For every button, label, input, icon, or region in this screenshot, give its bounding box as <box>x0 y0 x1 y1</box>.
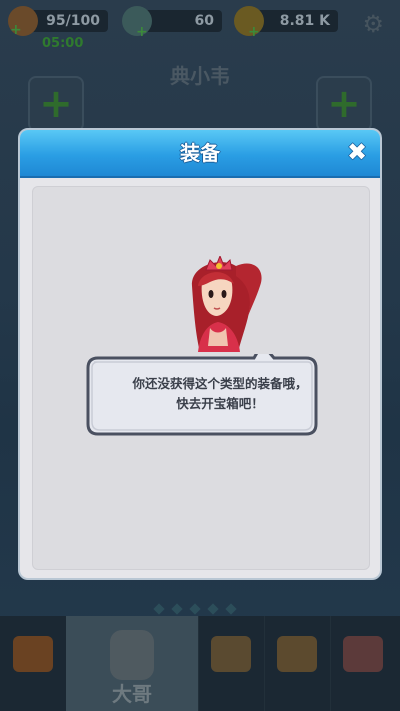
equip-slot-right[interactable]: + <box>316 76 372 132</box>
character-portrait <box>191 256 262 352</box>
nav-hero[interactable]: 大哥 <box>66 616 199 711</box>
treasure-chest-icon <box>13 636 53 672</box>
message-line-1: 你还没获得这个类型的装备哦， <box>132 376 308 391</box>
empty-equipment-message: 你还没获得这个类型的装备哦， 快去开宝箱吧！ <box>106 374 334 414</box>
settings-gear-icon[interactable]: ⚙ <box>362 10 384 38</box>
close-button[interactable]: ✖ <box>344 139 370 165</box>
tent-icon <box>277 636 317 672</box>
add-gold-icon[interactable]: + <box>248 24 260 40</box>
energy-counter: 95/100 <box>26 10 108 32</box>
gems-counter: 60 <box>140 10 222 32</box>
equip-slot-left[interactable]: + <box>28 76 84 132</box>
message-line-2: 快去开宝箱吧！ <box>176 396 264 411</box>
add-energy-icon[interactable]: + <box>10 22 22 38</box>
forge-icon <box>211 636 251 672</box>
nav-hero-label: 大哥 <box>112 682 152 706</box>
status-bar: 95/100 + 05:00 60 + 8.81 K + ⚙ <box>0 0 400 60</box>
page-dots <box>150 598 250 615</box>
gold-counter: 8.81 K <box>252 10 338 32</box>
nav-camp[interactable] <box>264 616 331 711</box>
add-gems-icon[interactable]: + <box>136 24 148 40</box>
modal-title: 装备 <box>180 141 220 165</box>
skill-book-icon <box>343 636 383 672</box>
nav-treasure[interactable] <box>0 616 67 711</box>
equipment-modal: 装备 ✖ 你还没获得这个类型的装备哦， 快去开宝箱吧！ <box>18 128 382 580</box>
nav-forge[interactable] <box>198 616 265 711</box>
energy-timer: 05:00 <box>42 36 84 51</box>
hero-armor-icon <box>110 630 154 680</box>
nav-skills[interactable] <box>330 616 400 711</box>
